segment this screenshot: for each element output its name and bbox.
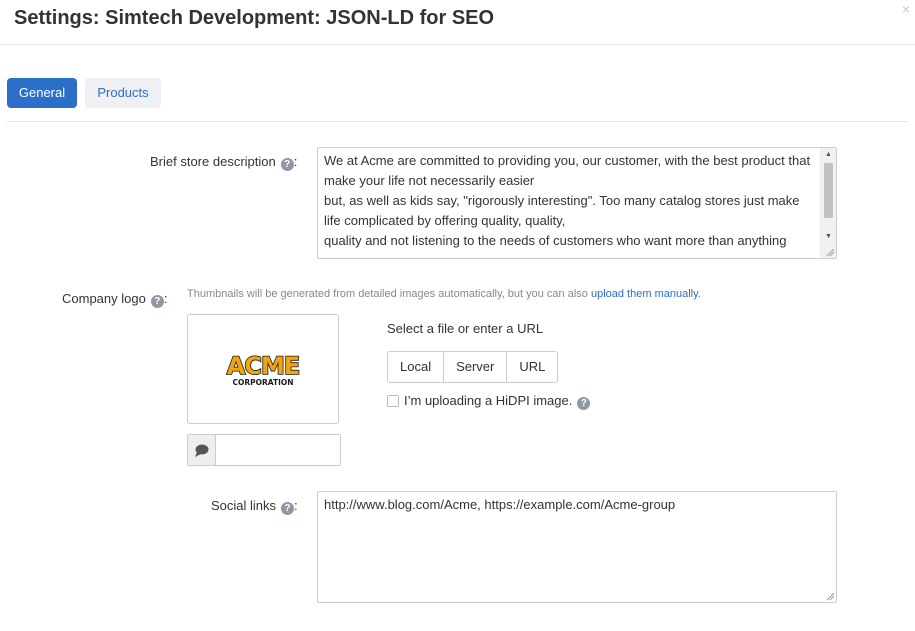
hint-text: Thumbnails will be generated from detail… [187, 288, 591, 300]
company-logo-label-text: Company logo [62, 291, 146, 306]
brief-description-label-text: Brief store description [150, 154, 276, 169]
alt-text-input[interactable] [216, 435, 340, 465]
logo-preview[interactable]: ACME CORPORATION [187, 314, 339, 424]
brief-description-label: Brief store description?: [150, 154, 297, 171]
upload-manually-link[interactable]: upload them manually. [591, 288, 701, 300]
textarea-scrollbar[interactable]: ▲ ▼ [820, 148, 836, 258]
company-logo-label: Company logo?: [62, 291, 167, 308]
text-line: We at Acme are committed to providing yo… [324, 153, 811, 168]
tab-general[interactable]: General [7, 78, 77, 108]
label-colon: : [293, 154, 298, 169]
logo-word: ACME [227, 352, 299, 380]
text-line: make your life not necessarily easier [324, 173, 535, 188]
server-button[interactable]: Server [444, 352, 508, 382]
alt-text-group [187, 434, 341, 466]
resize-grip-icon[interactable] [826, 592, 835, 601]
tab-products[interactable]: Products [85, 78, 161, 108]
resize-grip-icon[interactable] [826, 248, 835, 257]
close-icon[interactable]: × [902, 1, 910, 17]
comment-icon [188, 435, 216, 465]
text-line: quality and not listening to the needs o… [324, 233, 787, 248]
scroll-up-arrow-icon[interactable]: ▲ [821, 148, 836, 162]
help-icon[interactable]: ? [280, 158, 294, 171]
local-button[interactable]: Local [388, 352, 445, 382]
hidpi-option[interactable]: I’m uploading a HiDPI image.? [387, 393, 591, 410]
thumbnail-hint: Thumbnails will be generated from detail… [187, 288, 701, 300]
dialog-header: Settings: Simtech Development: JSON-LD f… [0, 0, 915, 45]
scroll-down-arrow-icon[interactable]: ▼ [821, 230, 836, 244]
dialog-title: Settings: Simtech Development: JSON-LD f… [14, 7, 495, 29]
label-colon: : [294, 498, 298, 513]
logo-sub: CORPORATION [232, 378, 293, 387]
brief-description-text[interactable]: We at Acme are committed to providing yo… [324, 151, 812, 251]
hidpi-label[interactable]: I’m uploading a HiDPI image. [404, 393, 572, 408]
help-icon[interactable]: ? [577, 397, 591, 410]
select-file-label: Select a file or enter a URL [387, 321, 544, 336]
social-links-label: Social links?: [211, 498, 298, 515]
brief-description-textarea[interactable]: We at Acme are committed to providing yo… [317, 147, 837, 259]
label-colon: : [163, 291, 168, 306]
social-links-text[interactable]: http://www.blog.com/Acme, https://exampl… [324, 495, 830, 515]
hidpi-checkbox[interactable] [387, 395, 399, 407]
scroll-thumb[interactable] [824, 163, 833, 218]
acme-logo: ACME CORPORATION [226, 352, 301, 387]
help-icon[interactable]: ? [150, 295, 164, 308]
tabs-divider [7, 121, 908, 122]
file-source-buttons: Local Server URL [387, 351, 559, 383]
text-line: life complicated by offering quality, qu… [324, 213, 566, 228]
social-links-textarea[interactable]: http://www.blog.com/Acme, https://exampl… [317, 491, 837, 603]
url-button[interactable]: URL [507, 352, 557, 382]
social-links-label-text: Social links [211, 498, 277, 513]
help-icon[interactable]: ? [281, 502, 295, 515]
text-line: but, as well as kids say, "rigorously in… [324, 193, 800, 208]
